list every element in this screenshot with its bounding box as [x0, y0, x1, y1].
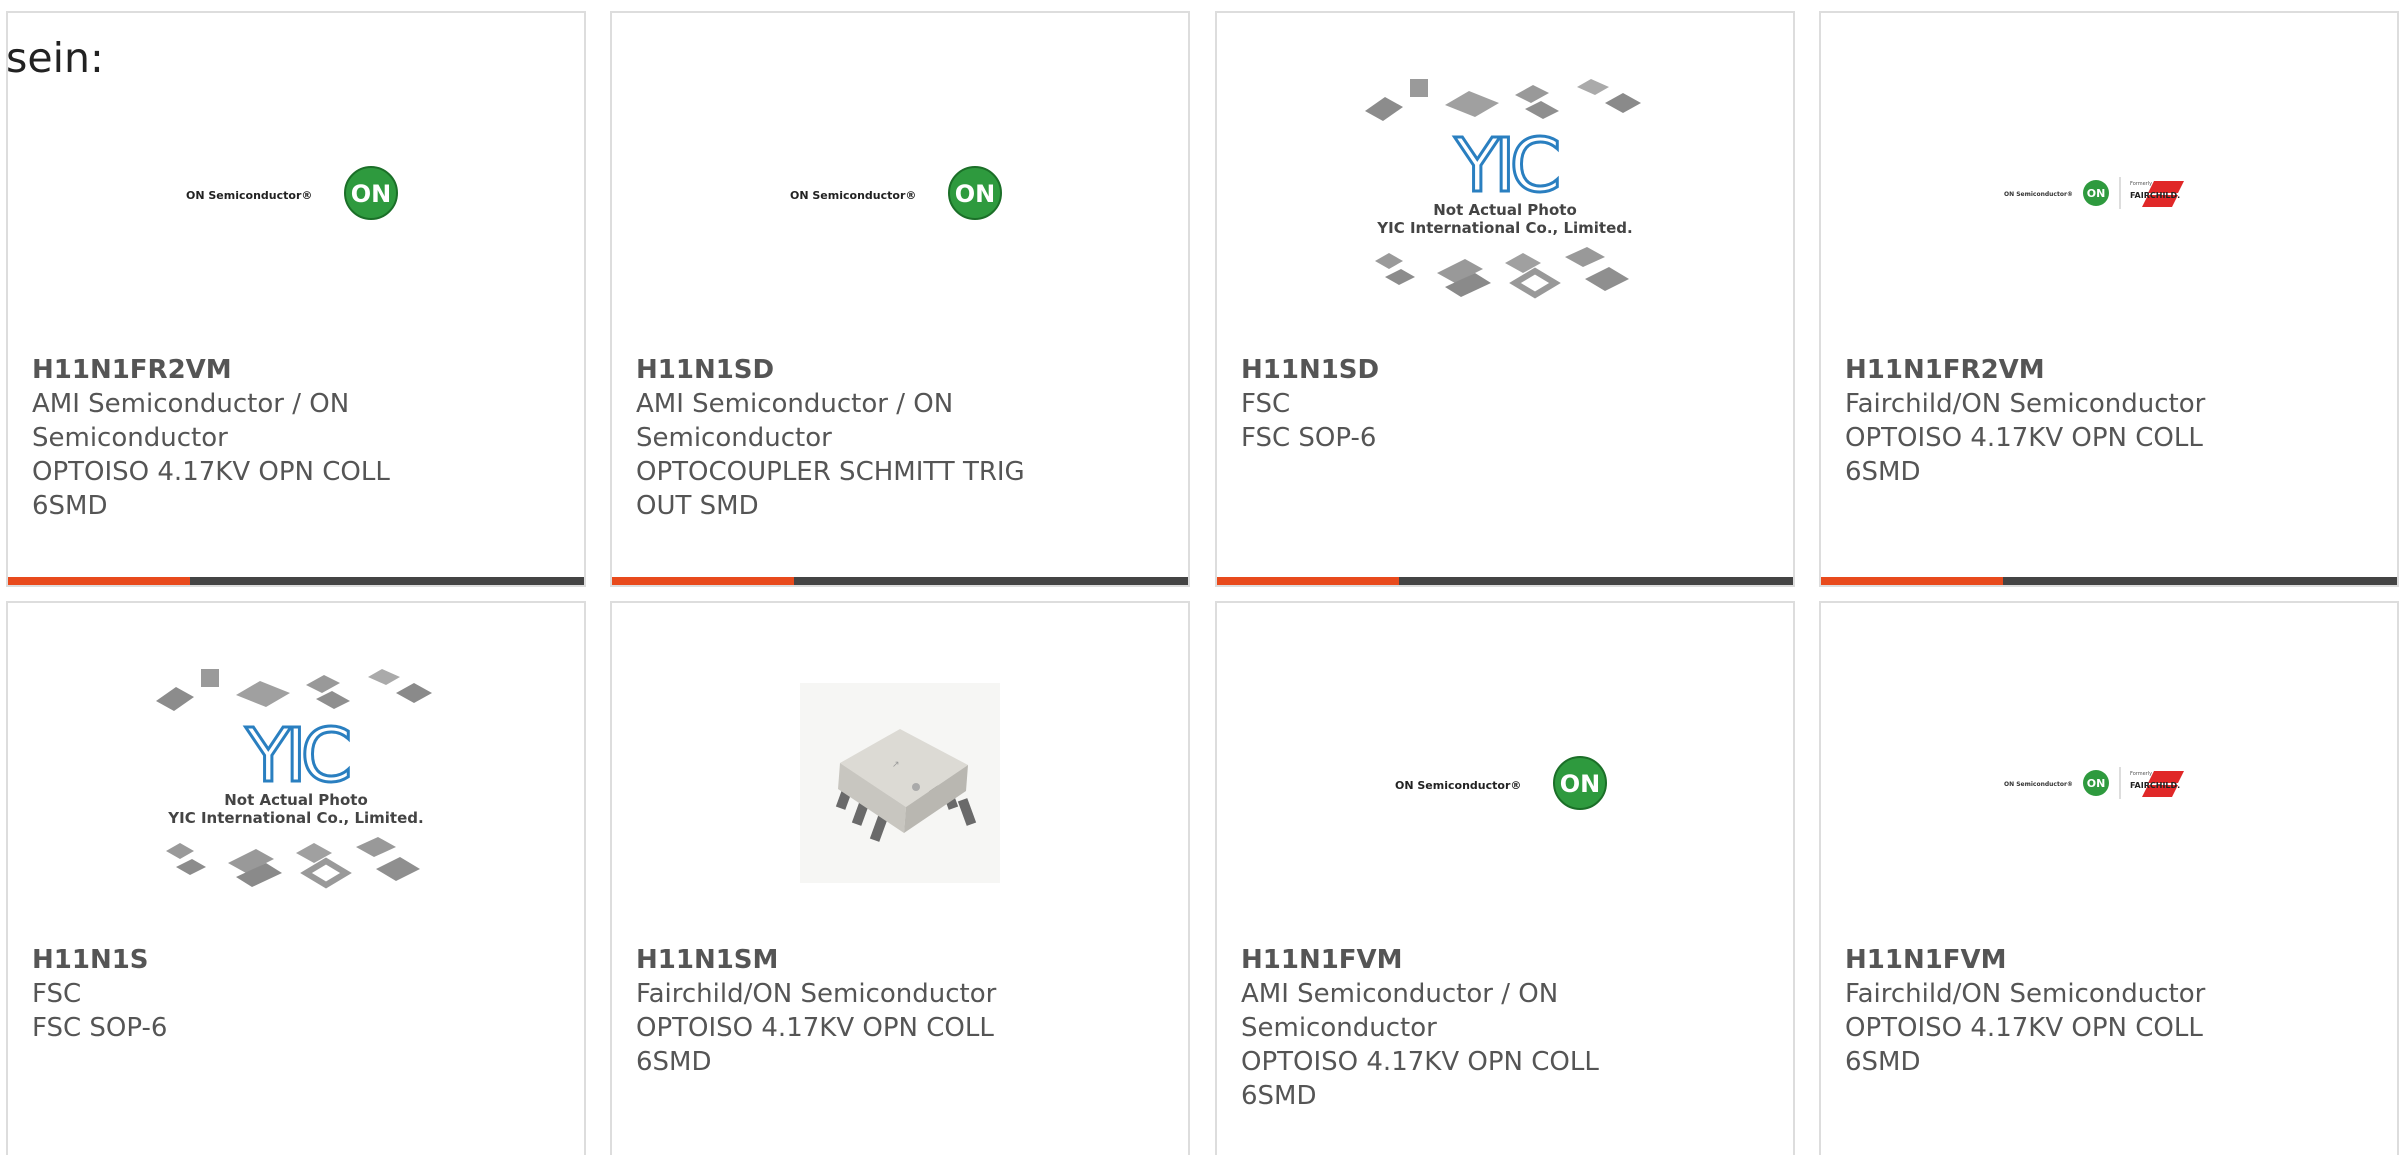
svg-text:Not Actual Photo: Not Actual Photo — [224, 791, 368, 809]
description: FSC SOP-6 — [1241, 423, 1377, 453]
part-number-link[interactable]: H11N1SD — [636, 353, 1164, 387]
svg-text:ON Semiconductor®: ON Semiconductor® — [790, 189, 916, 202]
product-info: H11N1FR2VM Fairchild/ON Semiconductor OP… — [1845, 353, 2373, 489]
product-info: H11N1FR2VM AMI Semiconductor / ON Semico… — [32, 353, 560, 523]
card-accent-bar — [612, 577, 1188, 585]
product-card[interactable]: ON Semiconductor® ON H11N1FR2VM AMI Semi… — [6, 11, 586, 587]
description: OPTOISO 4.17KV OPN COLL 6SMD — [32, 457, 390, 521]
product-image[interactable]: YIC Not Actual Photo YIC International C… — [8, 633, 584, 933]
description: OPTOISO 4.17KV OPN COLL 6SMD — [1845, 1013, 2203, 1077]
yic-placeholder-icon: YIC Not Actual Photo YIC International C… — [156, 669, 432, 889]
description: OPTOISO 4.17KV OPN COLL 6SMD — [636, 1013, 994, 1077]
product-image[interactable]: ON Semiconductor® ON — [1217, 633, 1793, 933]
product-image[interactable]: ON Semiconductor® ON Formerly FAIRCHILD. — [1821, 633, 2397, 933]
product-image[interactable]: ON Semiconductor® ON — [612, 43, 1188, 343]
product-image[interactable]: ON Semiconductor® ON Formerly FAIRCHILD. — [1821, 43, 2397, 343]
svg-text:YIC International Co., Limited: YIC International Co., Limited. — [1376, 219, 1632, 237]
card-accent-bar — [1217, 577, 1793, 585]
product-card[interactable]: ON Semiconductor® ON H11N1SD AMI Semicon… — [610, 11, 1190, 587]
svg-text:ON Semiconductor®: ON Semiconductor® — [2004, 191, 2073, 198]
svg-text:ON: ON — [2087, 777, 2106, 790]
product-info: H11N1FVM Fairchild/ON Semiconductor OPTO… — [1845, 943, 2373, 1079]
svg-text:ON: ON — [1560, 770, 1601, 798]
part-number-link[interactable]: H11N1FVM — [1241, 943, 1769, 977]
manufacturer: FSC — [32, 979, 82, 1009]
description: OPTOISO 4.17KV OPN COLL 6SMD — [1845, 423, 2203, 487]
part-number-link[interactable]: H11N1SD — [1241, 353, 1769, 387]
manufacturer: Fairchild/ON Semiconductor — [636, 979, 997, 1009]
on-semiconductor-logo-icon: ON Semiconductor® ON — [186, 166, 398, 220]
part-number-link[interactable]: H11N1SM — [636, 943, 1164, 977]
product-info: H11N1SD AMI Semiconductor / ON Semicondu… — [636, 353, 1164, 523]
on-fairchild-logo-icon: ON Semiconductor® ON Formerly FAIRCHILD. — [2004, 767, 2184, 799]
svg-text:YIC: YIC — [245, 713, 349, 799]
chip-photo-icon: ↗ — [800, 683, 1000, 883]
manufacturer: FSC — [1241, 389, 1291, 419]
intro-text: sein: — [6, 34, 104, 82]
part-number-link[interactable]: H11N1FR2VM — [32, 353, 560, 387]
manufacturer: Fairchild/ON Semiconductor — [1845, 979, 2206, 1009]
product-image[interactable]: YIC Not Actual Photo YIC International C… — [1217, 43, 1793, 343]
product-card[interactable]: YIC Not Actual Photo YIC International C… — [1215, 11, 1795, 587]
svg-text:ON Semiconductor®: ON Semiconductor® — [1395, 779, 1521, 792]
svg-text:ON: ON — [2087, 187, 2106, 200]
product-info: H11N1S FSC FSC SOP-6 — [32, 943, 560, 1045]
product-info: H11N1SD FSC FSC SOP-6 — [1241, 353, 1769, 455]
svg-text:ON Semiconductor®: ON Semiconductor® — [186, 189, 312, 202]
product-image[interactable]: ↗ — [612, 633, 1188, 933]
product-card[interactable]: ↗ H11N1SM Fairchild/ON Semiconductor OPT… — [610, 601, 1190, 1155]
card-accent-bar — [1821, 577, 2397, 585]
svg-text:FAIRCHILD.: FAIRCHILD. — [2130, 781, 2180, 790]
product-card[interactable]: ON Semiconductor® ON H11N1FVM AMI Semico… — [1215, 601, 1795, 1155]
svg-text:Formerly: Formerly — [2130, 771, 2152, 777]
svg-text:ON: ON — [955, 180, 996, 208]
product-card[interactable]: YIC Not Actual Photo YIC International C… — [6, 601, 586, 1155]
product-info: H11N1FVM AMI Semiconductor / ON Semicond… — [1241, 943, 1769, 1113]
manufacturer: AMI Semiconductor / ON Semiconductor — [636, 389, 954, 453]
manufacturer: Fairchild/ON Semiconductor — [1845, 389, 2206, 419]
part-number-link[interactable]: H11N1FR2VM — [1845, 353, 2373, 387]
product-info: H11N1SM Fairchild/ON Semiconductor OPTOI… — [636, 943, 1164, 1079]
svg-text:FAIRCHILD.: FAIRCHILD. — [2130, 191, 2180, 200]
product-card[interactable]: ON Semiconductor® ON Formerly FAIRCHILD.… — [1819, 601, 2399, 1155]
product-card[interactable]: ON Semiconductor® ON Formerly FAIRCHILD.… — [1819, 11, 2399, 587]
description: OPTOISO 4.17KV OPN COLL 6SMD — [1241, 1047, 1599, 1111]
svg-text:↗: ↗ — [892, 760, 900, 770]
on-semiconductor-logo-icon: ON Semiconductor® ON — [1395, 756, 1607, 810]
svg-text:YIC: YIC — [1454, 123, 1558, 209]
part-number-link[interactable]: H11N1FVM — [1845, 943, 2373, 977]
product-grid-page: sein: ON Semiconductor® ON H11N1FR2VM AM… — [0, 0, 2400, 1155]
on-semiconductor-logo-icon: ON Semiconductor® ON — [790, 166, 1002, 220]
svg-text:ON: ON — [351, 180, 392, 208]
svg-text:Formerly: Formerly — [2130, 181, 2152, 187]
manufacturer: AMI Semiconductor / ON Semiconductor — [1241, 979, 1559, 1043]
on-fairchild-logo-icon: ON Semiconductor® ON Formerly FAIRCHILD. — [2004, 177, 2184, 209]
svg-text:ON Semiconductor®: ON Semiconductor® — [2004, 781, 2073, 788]
part-number-link[interactable]: H11N1S — [32, 943, 560, 977]
svg-text:YIC International Co., Limited: YIC International Co., Limited. — [167, 809, 423, 827]
product-image[interactable]: ON Semiconductor® ON — [8, 43, 584, 343]
card-accent-bar — [8, 577, 584, 585]
manufacturer: AMI Semiconductor / ON Semiconductor — [32, 389, 350, 453]
description: FSC SOP-6 — [32, 1013, 168, 1043]
svg-text:Not Actual Photo: Not Actual Photo — [1433, 201, 1577, 219]
yic-placeholder-icon: YIC Not Actual Photo YIC International C… — [1365, 79, 1641, 299]
description: OPTOCOUPLER SCHMITT TRIG OUT SMD — [636, 457, 1025, 521]
